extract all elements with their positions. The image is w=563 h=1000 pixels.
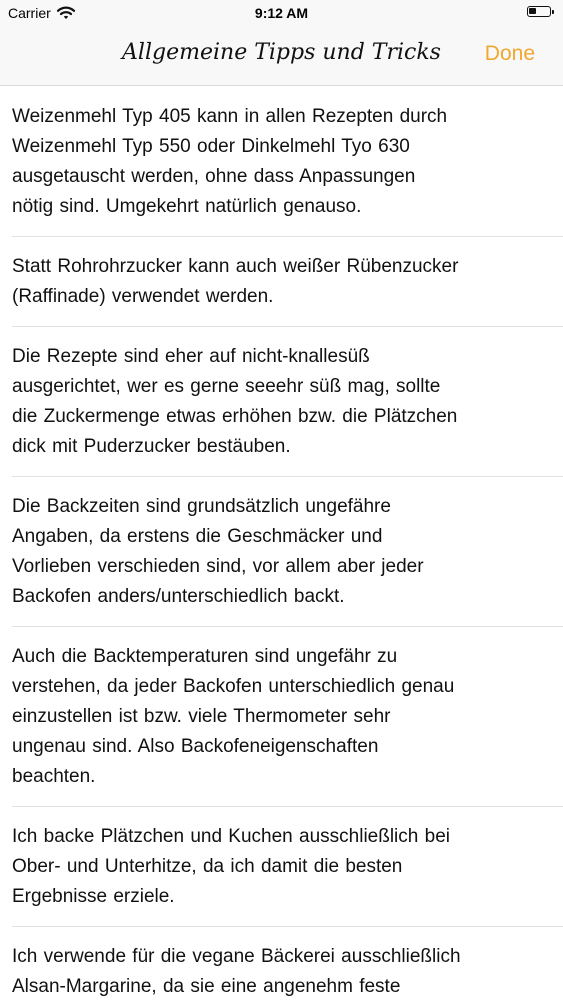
tip-line: nötig sind. Umgekehrt natürlich genauso.: [12, 196, 362, 217]
tip-item[interactable]: Auch die Backtemperaturen sind ungefähr …: [0, 642, 563, 792]
tip-item[interactable]: Die Rezepte sind eher auf nicht-knallesü…: [0, 342, 563, 462]
status-time: 9:12 AM: [254, 5, 309, 21]
tip-text: Ich backe Plätzchen und Kuchen ausschlie…: [12, 822, 551, 912]
tip-line: ungenau sind. Also Backofeneigenschaften: [12, 736, 379, 757]
tip-line: die Zuckermenge etwas erhöhen bzw. die P…: [12, 406, 458, 427]
tip-line: Vorlieben verschieden sind, vor allem ab…: [12, 556, 424, 577]
row-separator: [12, 326, 563, 327]
tip-line: Statt Rohrohrzucker kann auch weißer Rüb…: [12, 256, 459, 277]
tip-item[interactable]: Die Backzeiten sind grundsätzlich ungefä…: [0, 492, 563, 612]
row-separator: [12, 236, 563, 237]
page-title: Allgemeine Tipps und Tricks: [122, 40, 441, 65]
tip-item[interactable]: Ich verwende für die vegane Bäckerei aus…: [0, 942, 563, 1000]
tip-line: ausgetauscht werden, ohne dass Anpassung…: [12, 166, 416, 187]
status-bar: Carrier 9:12 AM: [0, 0, 563, 28]
tip-text: Die Backzeiten sind grundsätzlich ungefä…: [12, 492, 551, 612]
tip-line: verstehen, da jeder Backofen unterschied…: [12, 676, 455, 697]
tip-line: Ich verwende für die vegane Bäckerei aus…: [12, 946, 461, 967]
row-separator: [12, 806, 563, 807]
tip-line: Backofen anders/unterschiedlich backt.: [12, 586, 345, 607]
tip-line: Weizenmehl Typ 405 kann in allen Rezepte…: [12, 106, 448, 127]
tip-line: Weizenmehl Typ 550 oder Dinkelmehl Tyo 6…: [12, 136, 410, 157]
wifi-icon: [56, 6, 75, 20]
done-button[interactable]: Done: [485, 42, 535, 66]
tip-item[interactable]: Ich backe Plätzchen und Kuchen ausschlie…: [0, 822, 563, 912]
tip-text: Weizenmehl Typ 405 kann in allen Rezepte…: [12, 102, 551, 222]
status-left: Carrier: [8, 5, 75, 21]
tip-line: Ich backe Plätzchen und Kuchen ausschlie…: [12, 826, 450, 847]
battery-level: [529, 8, 536, 14]
tip-line: ausgerichtet, wer es gerne seeehr süß ma…: [12, 376, 441, 397]
row-separator: [12, 476, 563, 477]
tip-line: Ober- und Unterhitze, da ich damit die b…: [12, 856, 403, 877]
battery-icon: [527, 6, 554, 17]
tip-line: beachten.: [12, 766, 96, 787]
navigation-bar: Allgemeine Tipps und Tricks Done: [0, 28, 563, 86]
tip-line: Die Backzeiten sind grundsätzlich ungefä…: [12, 496, 391, 517]
row-separator: [12, 626, 563, 627]
tip-line: (Raffinade) verwendet werden.: [12, 286, 274, 307]
carrier-label: Carrier: [8, 5, 51, 21]
tip-line: einzustellen ist bzw. viele Thermometer …: [12, 706, 391, 727]
tip-line: Auch die Backtemperaturen sind ungefähr …: [12, 646, 398, 667]
tip-line: Die Rezepte sind eher auf nicht-knallesü…: [12, 346, 370, 367]
tip-item[interactable]: Statt Rohrohrzucker kann auch weißer Rüb…: [0, 252, 563, 312]
tip-line: Alsan-Margarine, da sie eine angenehm fe…: [12, 976, 401, 997]
tip-text: Ich verwende für die vegane Bäckerei aus…: [12, 942, 551, 1000]
tip-text: Auch die Backtemperaturen sind ungefähr …: [12, 642, 551, 792]
row-separator: [12, 926, 563, 927]
tip-item[interactable]: Weizenmehl Typ 405 kann in allen Rezepte…: [0, 102, 563, 222]
tip-line: dick mit Puderzucker bestäuben.: [12, 436, 291, 457]
tip-line: Angaben, da erstens die Geschmäcker und: [12, 526, 383, 547]
tips-list[interactable]: Weizenmehl Typ 405 kann in allen Rezepte…: [0, 86, 563, 1000]
tip-text: Die Rezepte sind eher auf nicht-knallesü…: [12, 342, 551, 462]
tip-line: Ergebnisse erziele.: [12, 886, 175, 907]
status-right: [527, 6, 554, 17]
tip-text: Statt Rohrohrzucker kann auch weißer Rüb…: [12, 252, 551, 312]
